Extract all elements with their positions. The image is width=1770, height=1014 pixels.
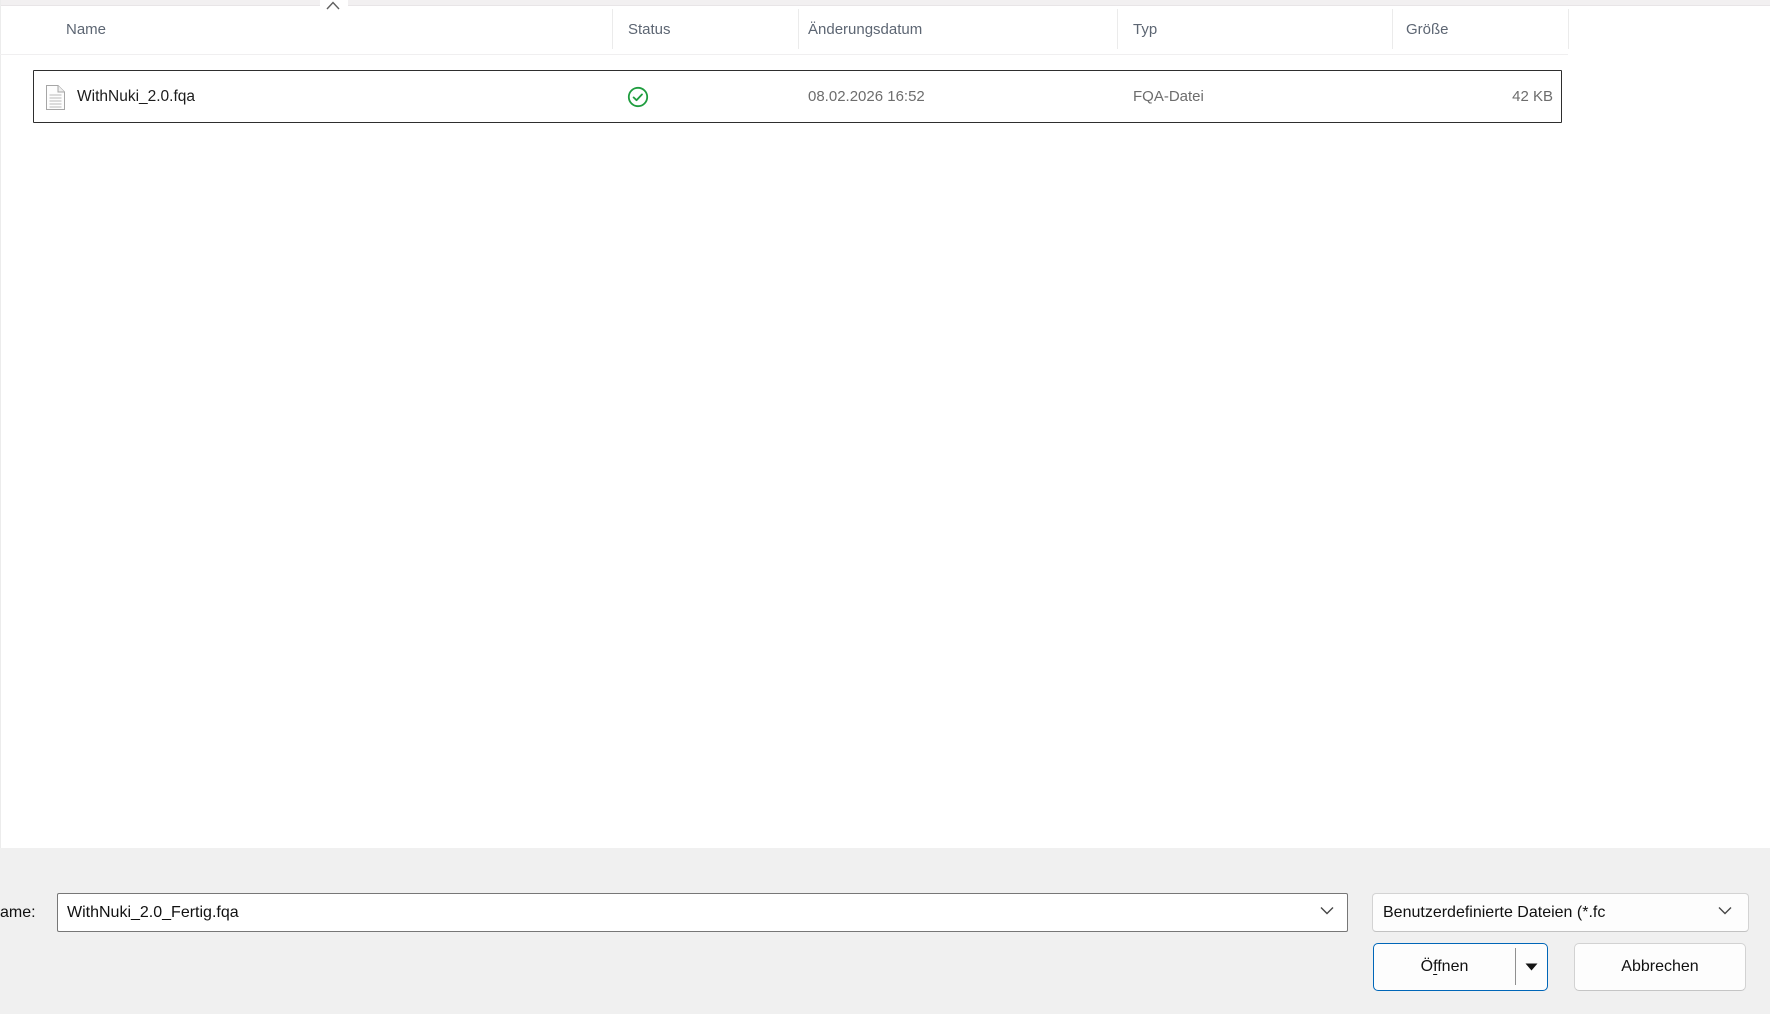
open-button[interactable]: Öffnen (1374, 944, 1515, 989)
filename-label: ame: (0, 893, 36, 932)
open-dropdown-button[interactable] (1516, 944, 1546, 989)
file-modified-cell: 08.02.2026 16:52 (808, 70, 925, 123)
file-size-cell: 42 KB (1392, 70, 1553, 123)
column-resize-handle[interactable] (612, 9, 613, 49)
cancel-button[interactable]: Abbrechen (1574, 943, 1746, 991)
filename-input[interactable] (57, 893, 1348, 932)
list-left-border (0, 0, 1, 848)
column-resize-handle[interactable] (1117, 9, 1118, 49)
column-header-status[interactable]: Status (628, 7, 671, 53)
column-resize-handle[interactable] (1392, 9, 1393, 49)
filetype-select[interactable]: Benutzerdefinierte Dateien (*.fc (1372, 893, 1749, 932)
column-header-modified[interactable]: Änderungsdatum (808, 7, 922, 53)
column-header-type[interactable]: Typ (1133, 7, 1157, 53)
check-circle-synced-icon (627, 86, 649, 108)
file-type-cell: FQA-Datei (1133, 70, 1204, 123)
open-button-label: Ö (1421, 958, 1433, 975)
triangle-down-icon (1525, 963, 1538, 971)
file-row[interactable] (33, 70, 1562, 123)
column-header-size[interactable]: Größe (1406, 7, 1449, 53)
open-button-label-rest: fnen (1437, 958, 1468, 975)
file-open-dialog: Name Status Änderungsdatum Typ Größe Wit… (0, 0, 1770, 1014)
header-bottom-border (0, 54, 1568, 55)
filename-history-chevron-down-icon[interactable] (1320, 906, 1334, 915)
filetype-chevron-down-icon (1718, 906, 1732, 915)
list-top-strip (0, 0, 1770, 6)
chevron-up-sort-icon (326, 1, 340, 10)
column-resize-handle[interactable] (798, 9, 799, 49)
file-name-cell: WithNuki_2.0.fqa (77, 70, 195, 123)
open-split-button: Öffnen (1373, 943, 1548, 991)
document-icon (45, 84, 66, 111)
column-header-name[interactable]: Name (66, 7, 106, 53)
column-resize-handle[interactable] (1568, 9, 1569, 49)
